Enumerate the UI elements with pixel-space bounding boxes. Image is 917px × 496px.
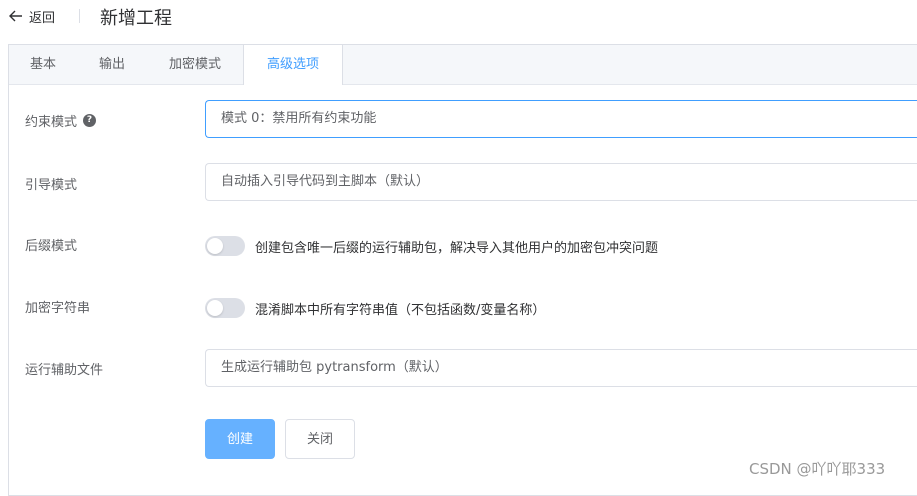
encrypt-strings-description: 混淆脚本中所有字符串值（不包括函数/变量名称） xyxy=(255,302,546,318)
watermark: CSDN @吖吖耶333 xyxy=(749,460,886,478)
page-header: 返回 新增工程 xyxy=(0,0,917,34)
suffix-mode-switch[interactable] xyxy=(205,236,245,256)
back-button[interactable]: 返回 xyxy=(9,6,55,26)
close-button[interactable]: 关闭 xyxy=(285,419,355,459)
create-button[interactable]: 创建 xyxy=(205,419,275,459)
suffix-mode-description: 创建包含唯一后缀的运行辅助包，解决导入其他用户的加密包冲突问题 xyxy=(255,240,659,256)
encrypt-strings-label: 加密字符串 xyxy=(25,301,91,316)
switch-knob xyxy=(207,300,223,316)
constraint-mode-label: 约束模式 ? xyxy=(25,111,97,130)
tab-bar: 基本 输出 加密模式 高级选项 xyxy=(9,45,917,85)
form-card: 基本 输出 加密模式 高级选项 约束模式 ? 模式 0：禁用所有约束功能 引导模… xyxy=(8,44,917,496)
bootstrap-mode-select[interactable]: 自动插入引导代码到主脚本（默认） xyxy=(205,163,917,201)
page-title: 新增工程 xyxy=(100,8,172,29)
tab-basic[interactable]: 基本 xyxy=(9,45,77,84)
bootstrap-mode-label: 引导模式 xyxy=(25,178,78,193)
switch-knob xyxy=(207,238,223,254)
encrypt-strings-switch[interactable] xyxy=(205,298,245,318)
suffix-mode-label: 后缀模式 xyxy=(25,239,78,254)
suffix-mode-row: 创建包含唯一后缀的运行辅助包，解决导入其他用户的加密包冲突问题 xyxy=(205,236,658,256)
runtime-file-label: 运行辅助文件 xyxy=(25,363,104,378)
encrypt-strings-row: 混淆脚本中所有字符串值（不包括函数/变量名称） xyxy=(205,298,545,318)
runtime-file-select[interactable]: 生成运行辅助包 pytransform（默认） xyxy=(205,349,917,387)
constraint-mode-label-text: 约束模式 xyxy=(25,115,78,130)
tab-output[interactable]: 输出 xyxy=(77,45,147,84)
tab-advanced[interactable]: 高级选项 xyxy=(243,45,343,85)
tab-encrypt-mode[interactable]: 加密模式 xyxy=(147,45,243,84)
header-divider xyxy=(79,9,80,23)
back-label: 返回 xyxy=(29,10,56,26)
question-circle-icon[interactable]: ? xyxy=(83,114,97,127)
arrow-left-icon xyxy=(9,10,23,22)
constraint-mode-select[interactable]: 模式 0：禁用所有约束功能 xyxy=(205,100,917,138)
